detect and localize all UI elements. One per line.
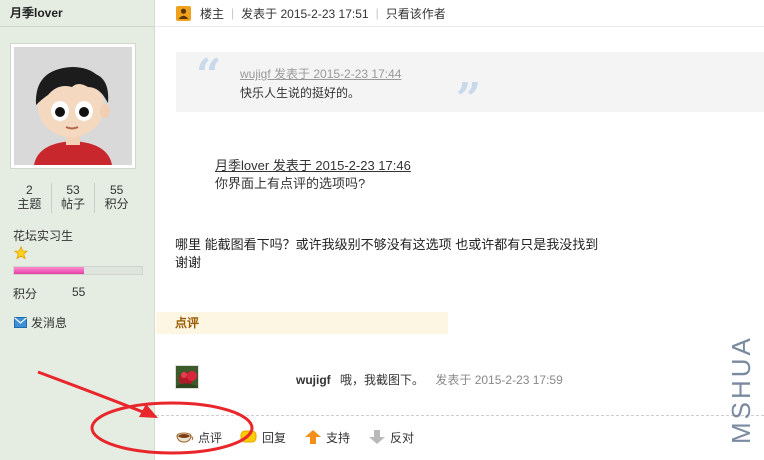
points-label: 积分: [13, 287, 38, 301]
open-quote-icon: “: [196, 50, 222, 101]
comment-timestamp: 发表于 2015-2-23 17:59: [435, 373, 563, 387]
actions-divider: [156, 415, 764, 416]
stat-threads-value: 2: [25, 183, 33, 197]
stat-posts-label: 帖子: [61, 197, 86, 211]
comment-entry: wujigf 哦，我截图下。 发表于 2015-2-23 17:59: [296, 371, 563, 388]
post-body: 哪里 能截图看下吗？或许我级别不够没有这选项 也或许都有只是我没找到 谢谢: [175, 236, 735, 272]
watermark: MSHUA: [726, 335, 756, 444]
avatar-cartoon-icon: [14, 47, 132, 165]
mail-icon: [14, 317, 27, 328]
stat-points-label: 积分: [104, 197, 129, 211]
header-separator: |: [231, 6, 235, 20]
quote-block: “ ” wujigf 发表于 2015-2-23 17:44 快乐人生说的挺好的…: [176, 50, 764, 122]
comment-username[interactable]: wujigf: [296, 373, 331, 387]
header-separator: |: [375, 6, 379, 20]
stat-posts-value: 53: [66, 183, 80, 197]
level-progress-bar: [13, 266, 143, 275]
header-divider: [156, 26, 764, 27]
post-timestamp: 发表于 2015-2-23 17:51: [241, 6, 369, 21]
reply-button-label: 回复: [262, 430, 287, 445]
post-body-line: 谢谢: [175, 255, 202, 270]
stat-threads-label: 主题: [17, 197, 42, 211]
oppose-button-label: 反对: [390, 430, 415, 445]
stat-threads[interactable]: 2 主题: [8, 183, 51, 213]
sidebar-divider: [0, 26, 155, 27]
comment-avatar[interactable]: [175, 365, 199, 389]
op-label: 楼主: [200, 6, 225, 21]
level-progress-fill: [14, 267, 85, 274]
post-header: 楼主 | 发表于 2015-2-23 17:51 | 只看该作者: [176, 4, 446, 22]
avatar[interactable]: [10, 43, 136, 169]
comment-section-title: 点评: [156, 312, 448, 334]
send-message-label: 发消息: [31, 316, 68, 330]
reply-bubble-icon: [240, 430, 257, 443]
user-sidebar: 月季lover 2 主题 53 帖子 55 积分 花坛实习生 积分 55 发消息: [0, 0, 155, 460]
post-body-line: 哪里 能截图看下吗？或许我级别不够没有这选项 也或许都有只是我没找到: [175, 237, 599, 252]
send-message-link[interactable]: 发消息: [14, 314, 67, 331]
comment-button-label: 点评: [198, 430, 223, 445]
quote-meta-link[interactable]: wujigf 发表于 2015-2-23 17:44: [240, 65, 401, 82]
points-value: 55: [72, 285, 86, 299]
inner-quote-text: 你界面上有点评的选项吗?: [215, 176, 366, 191]
star-icon: [14, 246, 28, 260]
user-level[interactable]: 花坛实习生: [13, 227, 73, 244]
quote-text: 快乐人生说的挺好的。: [240, 86, 361, 100]
post-content: 楼主 | 发表于 2015-2-23 17:51 | 只看该作者 “ ” wuj…: [156, 0, 764, 460]
support-button-label: 支持: [326, 430, 351, 445]
user-stats: 2 主题 53 帖子 55 积分: [8, 183, 138, 213]
up-arrow-icon: [305, 430, 322, 444]
inner-quote-meta-link[interactable]: 月季lover 发表于 2015-2-23 17:46: [215, 155, 411, 174]
stat-points[interactable]: 55 积分: [94, 183, 138, 213]
post-actions: 点评 回复 支持 反对: [176, 428, 432, 446]
oppose-button[interactable]: 反对: [368, 429, 414, 446]
down-arrow-icon: [369, 430, 386, 444]
username[interactable]: 月季lover: [10, 4, 63, 21]
commenter-avatar-icon: [176, 366, 198, 388]
stat-posts[interactable]: 53 帖子: [50, 183, 95, 213]
reply-button[interactable]: 回复: [240, 429, 286, 446]
comment-text: 哦，我截图下。: [340, 373, 425, 387]
close-quote-icon: ”: [456, 74, 482, 125]
op-icon: [176, 5, 191, 21]
only-author-link[interactable]: 只看该作者: [386, 5, 446, 22]
teacup-icon: [176, 432, 194, 443]
stat-points-value: 55: [110, 183, 124, 197]
support-button[interactable]: 支持: [304, 429, 350, 446]
comment-button[interactable]: 点评: [176, 429, 222, 446]
